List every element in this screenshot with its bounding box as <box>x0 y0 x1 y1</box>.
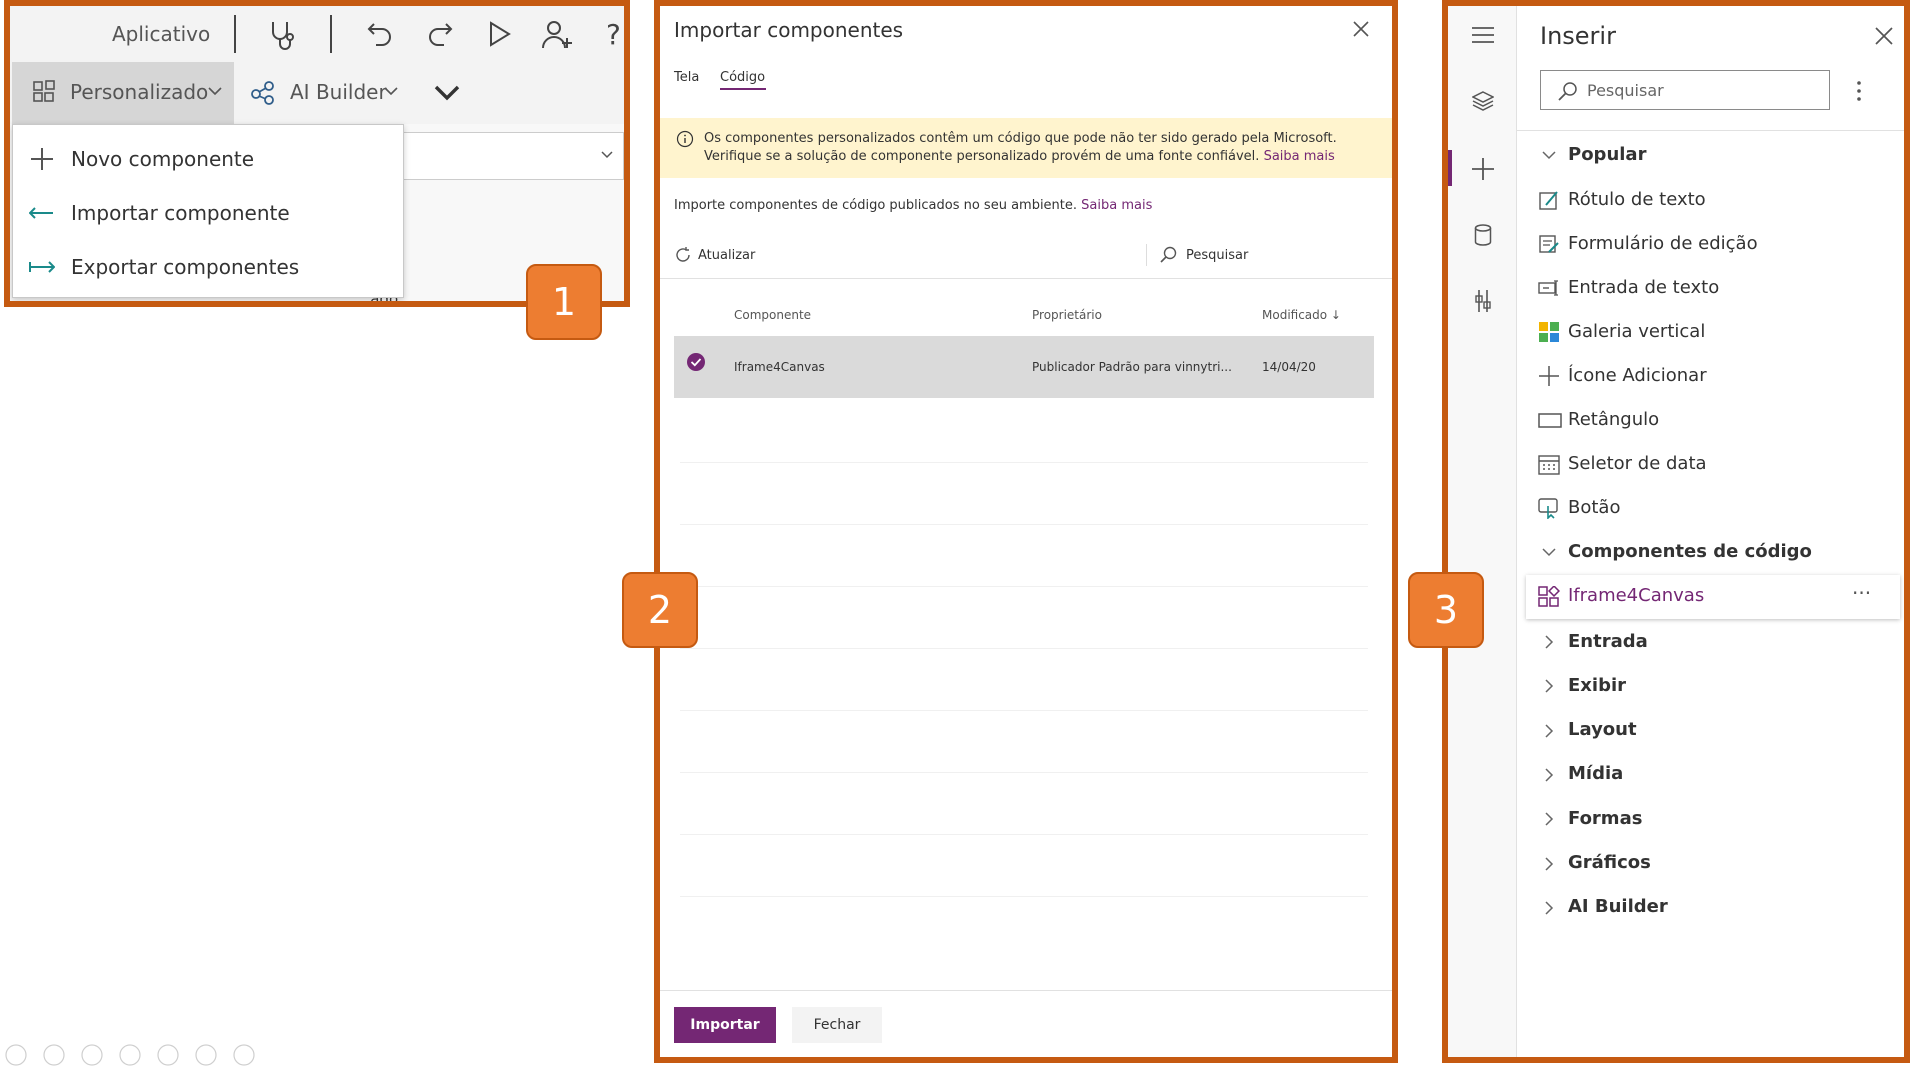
highlight-frame-3 <box>1442 0 1910 1063</box>
callout-2: 2 <box>622 572 698 648</box>
highlight-frame-1 <box>4 0 630 307</box>
highlight-frame-2 <box>654 0 1398 1063</box>
faint-toolbar <box>4 1044 264 1066</box>
callout-3: 3 <box>1408 572 1484 648</box>
callout-1: 1 <box>526 264 602 340</box>
